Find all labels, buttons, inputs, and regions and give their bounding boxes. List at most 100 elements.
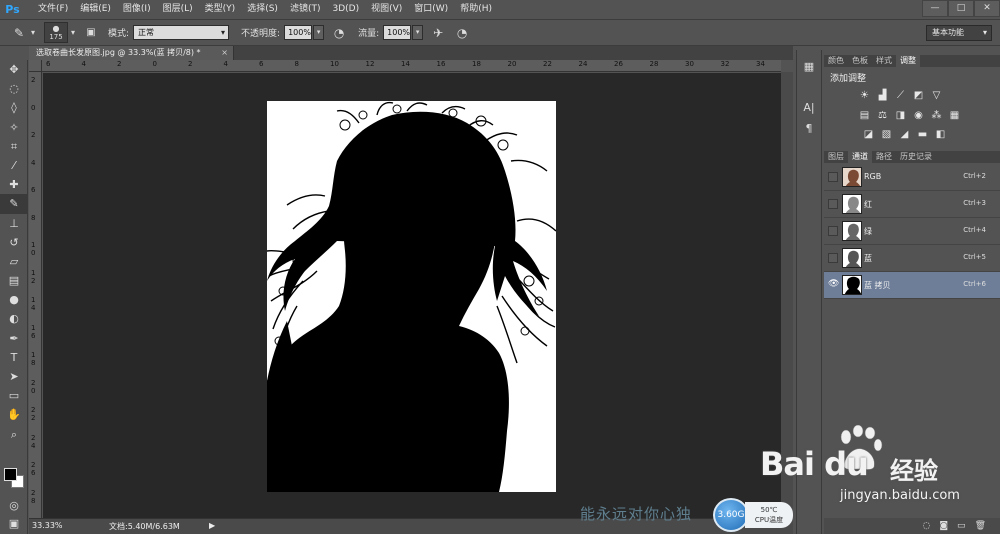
menu-3d[interactable]: 3D(D)	[326, 0, 365, 19]
close-button[interactable]: ✕	[974, 0, 1000, 17]
menu-type[interactable]: 类型(Y)	[199, 0, 242, 19]
visibility-toggle[interactable]	[828, 226, 838, 236]
gradient-icon[interactable]: ▤	[0, 271, 28, 290]
invert-icon[interactable]: ◪	[862, 128, 875, 141]
marquee-icon[interactable]: ◌	[0, 79, 28, 98]
mode-dropdown[interactable]: 正常	[133, 25, 230, 40]
eye-icon[interactable]: 👁	[828, 280, 839, 290]
tab-channels[interactable]: 通道	[848, 151, 872, 163]
history-panel-icon[interactable]: ▦	[797, 56, 821, 77]
opacity-field[interactable]: 100%	[284, 25, 313, 40]
close-tab-icon[interactable]: ×	[221, 46, 228, 60]
eyedropper-icon[interactable]: ⁄	[0, 156, 28, 175]
brush-preset-chevron-icon[interactable]: ▾	[68, 24, 78, 42]
tab-styles[interactable]: 样式	[872, 55, 896, 67]
lasso-icon[interactable]: ◊	[0, 98, 28, 117]
channel-shortcut: Ctrl+5	[963, 253, 986, 261]
eraser-icon[interactable]: ▱	[0, 252, 28, 271]
canvas-area[interactable]	[43, 73, 781, 518]
magic-wand-icon[interactable]: ✧	[0, 118, 28, 137]
status-menu-arrow-icon[interactable]: ▶	[209, 521, 215, 530]
pen-icon[interactable]: ✒	[0, 329, 28, 348]
paragraph-panel-icon[interactable]: ¶	[797, 118, 821, 139]
brightness-icon[interactable]: ☀	[858, 89, 871, 102]
tab-swatches[interactable]: 色板	[848, 55, 872, 67]
posterize-icon[interactable]: ▧	[880, 128, 893, 141]
type-icon[interactable]: T	[0, 348, 28, 367]
channel-mixer-icon[interactable]: ⁂	[930, 109, 943, 122]
color-lookup-icon[interactable]: ▦	[948, 109, 961, 122]
menu-select[interactable]: 选择(S)	[241, 0, 284, 19]
color-swatches[interactable]	[4, 468, 28, 492]
zoom-level[interactable]: 33.33%	[32, 521, 63, 530]
flow-slider-button[interactable]: ▾	[412, 25, 424, 40]
selective-color-icon[interactable]: ◧	[934, 128, 947, 141]
crop-icon[interactable]: ⌗	[0, 137, 28, 156]
threshold-icon[interactable]: ◢	[898, 128, 911, 141]
channel-row-blue[interactable]: 蓝 Ctrl+5	[824, 245, 1000, 272]
screen-mode-icon[interactable]: ▣	[0, 514, 28, 533]
brush-panel-toggle-icon[interactable]: ▣	[82, 24, 100, 42]
visibility-toggle[interactable]	[828, 253, 838, 263]
flow-field[interactable]: 100%	[383, 25, 412, 40]
tab-history[interactable]: 历史记录	[896, 151, 936, 163]
vibrance-icon[interactable]: ▽	[930, 89, 943, 102]
curves-icon[interactable]: ⟋	[894, 89, 907, 102]
tab-color[interactable]: 颜色	[824, 55, 848, 67]
visibility-toggle[interactable]	[828, 199, 838, 209]
history-brush-icon[interactable]: ↺	[0, 233, 28, 252]
visibility-toggle[interactable]	[828, 172, 838, 182]
menu-view[interactable]: 视图(V)	[365, 0, 408, 19]
save-selection-icon[interactable]: ◙	[939, 518, 948, 534]
gradient-map-icon[interactable]: ▬	[916, 128, 929, 141]
workspace-dropdown[interactable]: 基本功能	[926, 25, 992, 41]
opacity-slider-button[interactable]: ▾	[313, 25, 325, 40]
channel-row-green[interactable]: 绿 Ctrl+4	[824, 218, 1000, 245]
brush-icon[interactable]: ✎	[0, 194, 28, 214]
menu-window[interactable]: 窗口(W)	[408, 0, 454, 19]
tab-adjustments[interactable]: 调整	[896, 55, 920, 67]
menu-image[interactable]: 图像(I)	[117, 0, 157, 19]
brush-preset-picker[interactable]: ● 175	[44, 22, 68, 43]
load-selection-icon[interactable]: ◌	[922, 518, 930, 534]
menu-file[interactable]: 文件(F)	[32, 0, 74, 19]
brush-tool-icon[interactable]: ✎	[10, 24, 28, 42]
dodge-icon[interactable]: ◐	[0, 309, 28, 328]
channel-row-rgb[interactable]: RGB Ctrl+2	[824, 164, 1000, 191]
foreground-color-swatch[interactable]	[4, 468, 17, 481]
menu-layer[interactable]: 图层(L)	[157, 0, 199, 19]
black-white-icon[interactable]: ◨	[894, 109, 907, 122]
hue-saturation-icon[interactable]: ▤	[858, 109, 871, 122]
channel-row-red[interactable]: 红 Ctrl+3	[824, 191, 1000, 218]
shape-icon[interactable]: ▭	[0, 386, 28, 405]
delete-channel-icon[interactable]: 🗑	[975, 518, 986, 534]
tool-preset-chevron-icon[interactable]: ▾	[28, 24, 38, 42]
pressure-opacity-icon[interactable]: ◔	[330, 24, 348, 42]
exposure-icon[interactable]: ◩	[912, 89, 925, 102]
pressure-size-icon[interactable]: ◔	[453, 24, 471, 42]
new-channel-icon[interactable]: ▭	[957, 518, 966, 534]
channel-row-blue-copy[interactable]: 👁 蓝 拷贝 Ctrl+6	[824, 272, 1000, 299]
menu-edit[interactable]: 编辑(E)	[74, 0, 117, 19]
minimize-button[interactable]: —	[922, 0, 948, 17]
document-canvas[interactable]	[267, 101, 556, 492]
character-panel-icon[interactable]: A|	[797, 97, 821, 118]
levels-icon[interactable]: ▟	[876, 89, 889, 102]
blur-icon[interactable]: ●	[0, 290, 28, 309]
tab-paths[interactable]: 路径	[872, 151, 896, 163]
document-tab[interactable]: 选取卷曲长发原图.jpg @ 33.3%(蓝 拷贝/8) * ×	[29, 46, 234, 60]
airbrush-icon[interactable]: ✈	[429, 24, 447, 42]
hand-icon[interactable]: ✋	[0, 405, 28, 424]
menu-help[interactable]: 帮助(H)	[454, 0, 498, 19]
menu-filter[interactable]: 滤镜(T)	[284, 0, 327, 19]
healing-icon[interactable]: ✚	[0, 175, 28, 194]
zoom-icon[interactable]: ⌕	[0, 425, 28, 444]
tab-layers[interactable]: 图层	[824, 151, 848, 163]
move-icon[interactable]: ✥	[0, 60, 28, 79]
path-select-icon[interactable]: ➤	[0, 367, 28, 386]
stamp-icon[interactable]: ⊥	[0, 214, 28, 233]
color-balance-icon[interactable]: ⚖	[876, 109, 889, 122]
maximize-button[interactable]: □	[948, 0, 974, 17]
quick-mask-icon[interactable]: ◎	[0, 496, 28, 515]
photo-filter-icon[interactable]: ◉	[912, 109, 925, 122]
